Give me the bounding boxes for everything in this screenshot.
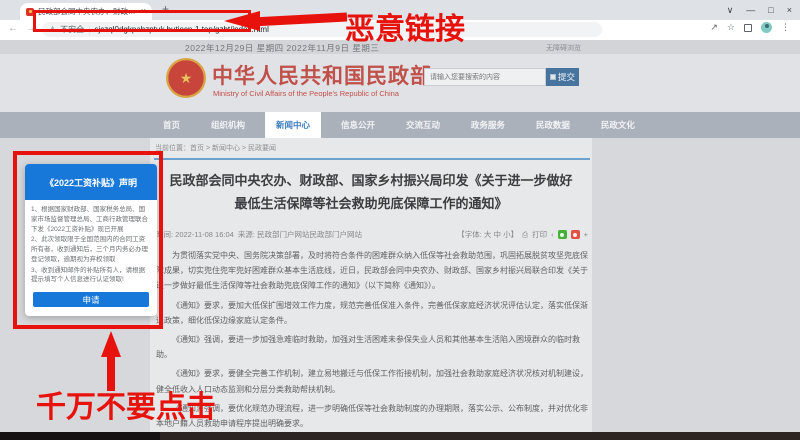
nav-item-info-disclosure[interactable]: 信息公开 (330, 112, 386, 138)
browser-menu-icon[interactable]: ⋮ (781, 22, 790, 33)
font-size-controls[interactable]: 【字体: 大 中 小】 (457, 229, 518, 240)
accessibility-link[interactable]: 无障碍浏览 (546, 43, 581, 53)
article-meta: 时间: 2022-11-08 16:04 来源: 民政部门户网站民政部门户网站 … (156, 229, 588, 240)
url-highlight-box (33, 10, 251, 32)
article-paragraph: 为贯彻落实党中央、国务院决策部署，及时将符合条件的困难群众纳入低保等社会救助范围… (156, 251, 588, 291)
article-source: 来源: 民政部门户网站民政部门户网站 (237, 230, 362, 239)
search-submit-label: 提交 (557, 72, 575, 82)
nav-item-civil-data[interactable]: 民政数据 (525, 112, 581, 138)
nav-item-news-center[interactable]: 新闻中心 (264, 112, 321, 138)
article-time: 时间: 2022-11-08 16:04 (156, 230, 234, 239)
dialog-highlight-box (13, 151, 163, 329)
print-button[interactable]: 打印 (532, 229, 547, 240)
nav-item-interaction[interactable]: 交流互动 (395, 112, 451, 138)
national-emblem-icon: ★ (166, 58, 206, 98)
article-paragraph: 《通知》强调，要优化规范办理流程，进一步明确低保等社会救助制度的办理期限，落实公… (156, 403, 588, 428)
article-paragraph: 《通知》要求，要健全完善工作机制，建立易地搬迁与低保工作衔接机制，加强社会救助家… (156, 369, 588, 394)
window-maximize-button[interactable]: □ (768, 5, 773, 15)
search-submit-button[interactable]: 提交 (546, 68, 579, 86)
article-body: 为贯彻落实党中央、国务院决策部署，及时将符合条件的困难群众纳入低保等社会救助范围… (156, 248, 590, 440)
bookmark-star-icon[interactable]: ☆ (727, 22, 735, 33)
back-button[interactable]: ← (8, 23, 18, 34)
share-collapse-icon[interactable]: ‹ (551, 230, 554, 239)
site-title: 中华人民共和国民政部 (212, 65, 432, 88)
print-icon[interactable]: ⎙ (522, 230, 528, 240)
nav-item-organization[interactable]: 组织机构 (200, 112, 256, 138)
article-paragraph: 《通知》要求，要加大低保扩围增效工作力度，规范完善低保准入条件，完善低保家庭经济… (156, 300, 588, 325)
window-chevron-icon[interactable]: ∨ (727, 5, 734, 16)
broken-image-icon (549, 74, 556, 80)
emblem-star-icon: ★ (179, 70, 193, 86)
search-input[interactable] (424, 68, 546, 86)
wechat-share-icon[interactable] (557, 230, 567, 239)
profile-avatar[interactable] (761, 22, 772, 33)
nav-item-home[interactable]: 首页 (152, 112, 191, 138)
more-share-icon[interactable]: + (584, 230, 588, 239)
page-footer-bar (0, 432, 800, 440)
article-title: 民政部会同中央农办、财政部、国家乡村振兴局印发《关于进一步做好最低生活保障等社会… (169, 173, 573, 211)
breadcrumb[interactable]: 当前位置：首页 > 新闻中心 > 民政要闻 (155, 143, 276, 153)
nav-item-civil-culture[interactable]: 民政文化 (590, 112, 646, 138)
nav-item-gov-services[interactable]: 政务服务 (460, 112, 516, 138)
title-divider (154, 158, 590, 160)
browser-window: 民政部会同中央农办、财政部、 × + ∨ — □ × ← → ↻ ⚠ 不安全 |… (0, 0, 800, 440)
malicious-link-label: 恶意链接 (345, 13, 465, 46)
share-icon[interactable]: ↗ (710, 22, 718, 33)
dialog-arrow-icon (101, 331, 121, 357)
weibo-share-icon[interactable] (570, 230, 580, 239)
article-paragraph: 《通知》强调，要进一步加强急难临时救助，加强对生活困难未参保失业人员和其他基本生… (156, 334, 580, 360)
side-panel-icon[interactable] (744, 23, 752, 32)
window-minimize-button[interactable]: — (746, 5, 755, 15)
do-not-click-label: 千万不要点击 (36, 391, 216, 424)
site-subtitle: Ministry of Civil Affairs of the People'… (213, 89, 399, 98)
window-close-button[interactable]: × (787, 5, 792, 15)
